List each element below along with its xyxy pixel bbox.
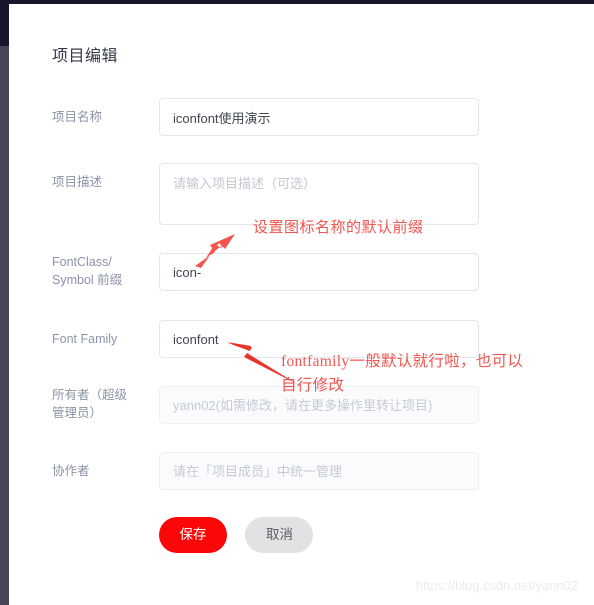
label-fontclass-prefix-line2: Symbol 前缀 [52,273,123,287]
label-owner: 所有者（超级 管理员） [52,386,152,422]
font-family-input[interactable] [159,320,479,358]
app-shell: 项目编辑 项目名称 项目描述 FontClass/ Symbol 前缀 [0,0,594,605]
field-project-name [159,98,479,136]
form-actions: 保存 取消 [159,517,314,553]
save-button[interactable]: 保存 [159,517,227,553]
cancel-button[interactable]: 取消 [245,517,314,553]
fontclass-prefix-input[interactable] [159,253,479,291]
field-font-family [159,320,479,358]
project-name-input[interactable] [159,98,479,136]
label-fontclass-prefix-line1: FontClass/ [52,255,112,269]
project-edit-panel: 项目编辑 项目名称 项目描述 FontClass/ Symbol 前缀 [9,4,594,605]
project-description-textarea[interactable] [159,163,479,225]
label-font-family: Font Family [52,332,118,346]
field-collaborators [159,452,479,490]
label-collaborators: 协作者 [52,464,90,478]
field-project-description [159,163,479,230]
app-sidebar-strip-top [0,0,9,46]
app-sidebar-strip-bottom [0,46,9,605]
collaborators-input [159,452,479,490]
label-project-description: 项目描述 [52,175,103,189]
field-fontclass-prefix [159,253,479,291]
field-owner [159,386,479,424]
page-title: 项目编辑 [52,48,119,65]
owner-input [159,386,479,424]
label-fontclass-prefix: FontClass/ Symbol 前缀 [52,253,152,289]
watermark: https://blog.csdn.net/yann02 [416,579,578,593]
label-owner-line1: 所有者（超级 [52,388,128,402]
label-owner-line2: 管理员） [52,406,103,420]
label-project-name: 项目名称 [52,110,103,124]
